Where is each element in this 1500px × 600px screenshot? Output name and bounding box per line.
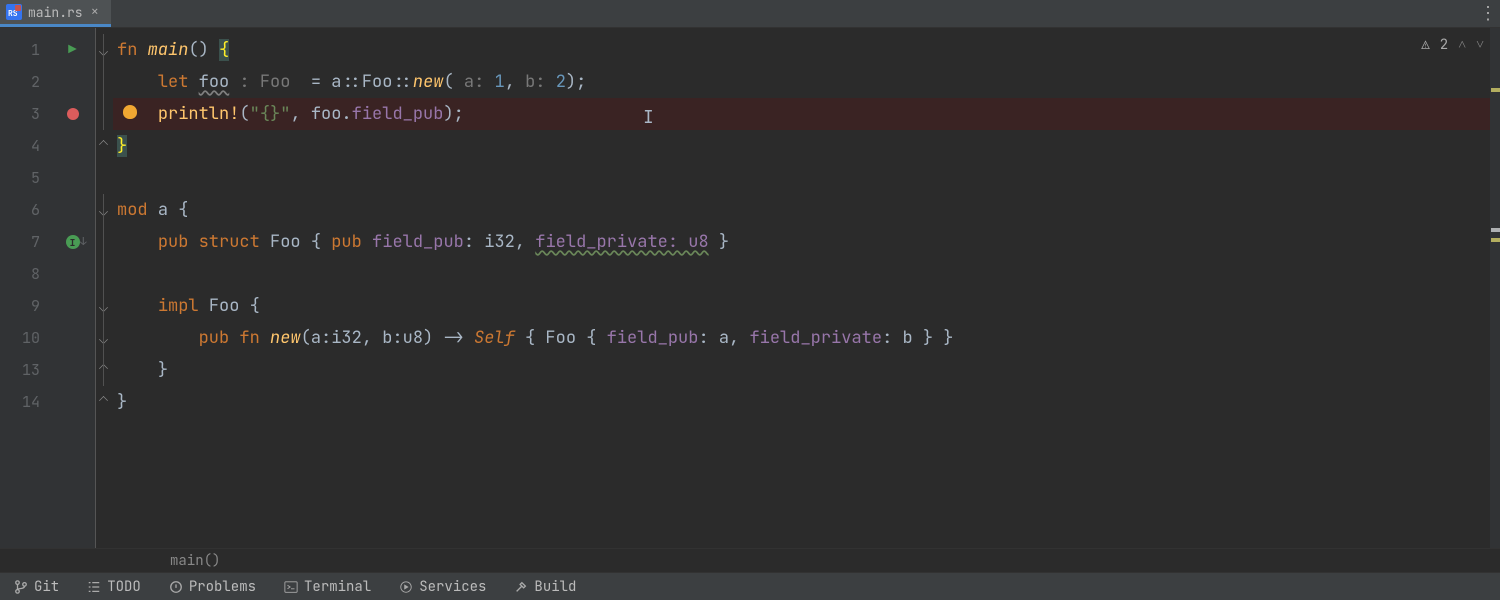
line-numbers-gutter: 1 2 3 4 5 6 7 8 9 10 13 14 bbox=[0, 28, 50, 548]
line-number[interactable]: 3 bbox=[0, 98, 50, 130]
code-line[interactable]: fn main() { bbox=[113, 34, 1500, 66]
line-number[interactable]: 10 bbox=[0, 322, 50, 354]
code-line[interactable]: let foo : Foo = a::Foo::new( a: 1, b: 2)… bbox=[113, 66, 1500, 98]
code-line[interactable] bbox=[113, 162, 1500, 194]
hammer-icon bbox=[514, 580, 528, 594]
problems-toolwindow-button[interactable]: Problems bbox=[169, 578, 256, 596]
close-icon[interactable]: × bbox=[89, 3, 101, 21]
text-cursor-icon: I bbox=[643, 102, 654, 134]
branch-icon bbox=[14, 580, 28, 594]
line-number[interactable]: 5 bbox=[0, 162, 50, 194]
intention-bulb-icon[interactable] bbox=[123, 105, 137, 119]
build-toolwindow-button[interactable]: Build bbox=[514, 578, 576, 596]
services-toolwindow-button[interactable]: Services bbox=[399, 578, 486, 596]
warning-icon: ⚠ bbox=[1421, 36, 1429, 54]
line-number[interactable]: 8 bbox=[0, 258, 50, 290]
implementations-icon[interactable]: I bbox=[66, 235, 80, 249]
line-number[interactable]: 6 bbox=[0, 194, 50, 226]
warning-count: 2 bbox=[1440, 36, 1448, 54]
terminal-toolwindow-button[interactable]: Terminal bbox=[284, 578, 371, 596]
problems-icon bbox=[169, 580, 183, 594]
line-number[interactable]: 2 bbox=[0, 66, 50, 98]
more-menu-icon[interactable]: ⋮ bbox=[1476, 0, 1500, 27]
terminal-icon bbox=[284, 580, 298, 594]
tool-window-bar: Git TODO Problems Terminal Services Buil… bbox=[0, 572, 1500, 600]
line-number[interactable]: 9 bbox=[0, 290, 50, 322]
fold-gutter bbox=[95, 28, 113, 548]
line-number[interactable]: 13 bbox=[0, 354, 50, 386]
rust-file-icon: RS bbox=[6, 4, 22, 20]
list-icon bbox=[87, 580, 101, 594]
todo-toolwindow-button[interactable]: TODO bbox=[87, 578, 141, 596]
services-icon bbox=[399, 580, 413, 594]
code-line[interactable]: } bbox=[113, 354, 1500, 386]
code-area[interactable]: fn main() { let foo : Foo = a::Foo::new(… bbox=[113, 28, 1500, 548]
prev-highlight-icon[interactable]: ˄ bbox=[1458, 36, 1466, 54]
next-highlight-icon[interactable]: ˅ bbox=[1476, 36, 1484, 54]
editor: 1 2 3 4 5 6 7 8 9 10 13 14 ▶ I bbox=[0, 28, 1500, 548]
code-line[interactable]: mod a { bbox=[113, 194, 1500, 226]
line-number[interactable]: 4 bbox=[0, 130, 50, 162]
code-line[interactable]: impl Foo { bbox=[113, 290, 1500, 322]
code-line[interactable]: }I bbox=[113, 130, 1500, 162]
marker-gutter: ▶ I bbox=[50, 28, 95, 548]
git-toolwindow-button[interactable]: Git bbox=[14, 578, 59, 596]
breadcrumb-item[interactable]: main() bbox=[170, 552, 220, 570]
line-number[interactable]: 14 bbox=[0, 386, 50, 418]
breadcrumbs[interactable]: main() bbox=[0, 548, 1500, 572]
error-stripe[interactable] bbox=[1490, 28, 1500, 548]
editor-tabs: RS main.rs × ⋮ bbox=[0, 0, 1500, 28]
breakpoint-icon[interactable] bbox=[67, 108, 79, 120]
line-number[interactable]: 7 bbox=[0, 226, 50, 258]
code-line[interactable]: println!("{}", foo.field_pub); bbox=[113, 98, 1500, 130]
code-line[interactable]: pub fn new(a:i32, b:u8) -> Self { Foo { … bbox=[113, 322, 1500, 354]
code-line[interactable] bbox=[113, 258, 1500, 290]
tab-label: main.rs bbox=[28, 4, 83, 21]
inspections-widget[interactable]: ⚠ 2 ˄ ˅ bbox=[1421, 36, 1484, 54]
code-line[interactable]: } bbox=[113, 386, 1500, 418]
run-icon[interactable]: ▶ bbox=[68, 41, 76, 59]
line-number[interactable]: 1 bbox=[0, 34, 50, 66]
code-line[interactable]: pub struct Foo { pub field_pub: i32, fie… bbox=[113, 226, 1500, 258]
tab-main-rs[interactable]: RS main.rs × bbox=[0, 0, 111, 27]
